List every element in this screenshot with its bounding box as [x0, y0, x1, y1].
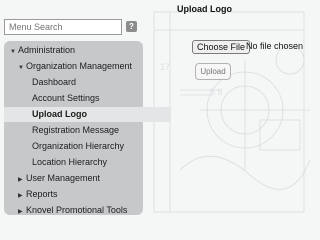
nav-item-registration-message[interactable]: Registration Message — [4, 123, 171, 138]
svg-text:5 8: 5 8 — [210, 87, 223, 97]
upload-button[interactable]: Upload — [195, 63, 231, 80]
svg-text:17: 17 — [160, 62, 170, 72]
caret-down-icon: ▼ — [10, 49, 16, 55]
nav-item-reports[interactable]: ▶ Reports — [4, 187, 157, 202]
nav-item-knovel-promotional-tools[interactable]: ▶ Knovel Promotional Tools — [4, 203, 157, 218]
menu-search-input[interactable] — [4, 19, 122, 35]
nav-item-label: Account Settings — [32, 93, 100, 103]
nav-item-label: Administration — [18, 45, 76, 55]
nav-item-label: User Management — [26, 173, 101, 183]
nav-item-account-settings[interactable]: Account Settings — [4, 91, 171, 106]
page-title: Upload Logo — [177, 4, 232, 14]
caret-right-icon: ▶ — [18, 177, 23, 183]
nav-item-label: Organization Management — [26, 61, 133, 71]
nav-item-organization-hierarchy[interactable]: Organization Hierarchy — [4, 139, 171, 154]
nav-item-label: Location Hierarchy — [32, 157, 108, 167]
nav-item-user-management[interactable]: ▶ User Management — [4, 171, 157, 186]
background-technical-drawing: 5 8 17 — [153, 11, 311, 213]
nav-item-label: Knovel Promotional Tools — [26, 205, 128, 215]
nav-item-label: Reports — [26, 189, 58, 199]
nav-item-administration[interactable]: ▼ Administration — [4, 43, 149, 58]
file-status-text: No file chosen — [246, 41, 304, 51]
nav-item-label: Registration Message — [32, 125, 120, 135]
help-icon[interactable]: ? — [126, 21, 137, 32]
nav-item-upload-logo[interactable]: Upload Logo — [4, 107, 171, 122]
nav-item-label: Organization Hierarchy — [32, 141, 125, 151]
choose-file-button[interactable]: Choose File — [192, 40, 251, 54]
nav-item-label: Dashboard — [32, 77, 77, 87]
caret-right-icon: ▶ — [18, 209, 23, 215]
caret-right-icon: ▶ — [18, 193, 23, 199]
caret-down-icon: ▼ — [18, 65, 24, 71]
nav-item-organization-management[interactable]: ▼ Organization Management — [4, 59, 157, 74]
nav-item-label: Upload Logo — [32, 109, 87, 119]
nav-item-location-hierarchy[interactable]: Location Hierarchy — [4, 155, 171, 170]
nav-item-dashboard[interactable]: Dashboard — [4, 75, 171, 90]
admin-sidebar: ▼ Administration ▼ Organization Management… — [4, 41, 171, 215]
